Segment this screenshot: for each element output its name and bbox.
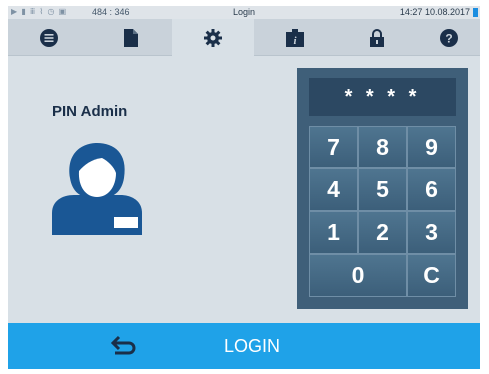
gear-icon: [204, 28, 222, 47]
login-screen: ▶ ▮ ⅲ ⌇ ◷ ▣ 484 : 346 Login 14:27 10.08.…: [8, 6, 480, 369]
bottom-bar-title: LOGIN: [224, 336, 281, 356]
tab-lock[interactable]: [336, 19, 418, 56]
battery-icon: [473, 8, 478, 17]
lock-icon: [370, 28, 384, 47]
key-3[interactable]: 3: [407, 211, 456, 254]
tab-help[interactable]: ?: [418, 19, 480, 56]
key-clear[interactable]: C: [407, 254, 456, 297]
pin-keypad: * * * * 7 8 9 4 5 6 1 2 3 0 C: [297, 68, 468, 309]
pin-display: * * * *: [309, 78, 456, 116]
back-arrow-icon: [111, 335, 136, 355]
status-time: 14:27: [399, 7, 423, 17]
key-4[interactable]: 4: [309, 168, 358, 211]
key-2[interactable]: 2: [358, 211, 407, 254]
help-icon: ?: [440, 28, 458, 47]
document-icon: [124, 28, 138, 47]
key-0[interactable]: 0: [309, 254, 407, 297]
key-9[interactable]: 9: [407, 126, 456, 168]
bottom-bar: LOGIN: [8, 323, 480, 369]
status-clock: 14:27 10.08.2017: [400, 7, 470, 17]
back-button[interactable]: [108, 332, 140, 360]
status-date: 10.08.2017: [424, 7, 470, 17]
menu-icon: [40, 28, 58, 47]
tab-settings[interactable]: [172, 19, 254, 56]
info-device-icon: i: [286, 28, 304, 47]
status-bar: ▶ ▮ ⅲ ⌇ ◷ ▣ 484 : 346 Login 14:27 10.08.…: [8, 6, 480, 19]
tab-bar: i ?: [8, 19, 480, 56]
admin-avatar-icon: [52, 143, 142, 235]
key-8[interactable]: 8: [358, 126, 407, 168]
key-6[interactable]: 6: [407, 168, 456, 211]
tab-documents[interactable]: [90, 19, 172, 56]
tab-menu[interactable]: [8, 19, 90, 56]
key-5[interactable]: 5: [358, 168, 407, 211]
tab-device-info[interactable]: i: [254, 19, 336, 56]
pin-user-label: PIN Admin: [52, 103, 128, 120]
svg-text:?: ?: [445, 31, 452, 45]
key-1[interactable]: 1: [309, 211, 358, 254]
key-7[interactable]: 7: [309, 126, 358, 168]
